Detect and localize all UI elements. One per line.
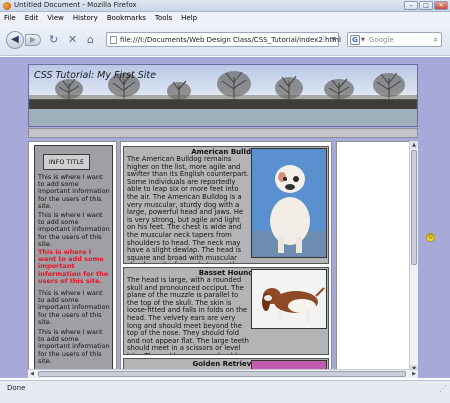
resize-grip-icon[interactable]: ⋰ <box>439 384 447 393</box>
menu-edit[interactable]: Edit <box>25 14 39 22</box>
search-icon[interactable]: ⌕ <box>434 35 438 45</box>
menu-history[interactable]: History <box>73 14 98 22</box>
reload-icon[interactable]: ↻ <box>49 34 58 46</box>
window-controls: – □ ✕ <box>404 1 448 10</box>
menu-file[interactable]: File <box>4 14 16 22</box>
maximize-button[interactable]: □ <box>419 1 433 10</box>
dog-section-american-bulldog: American Bulldog The American Bulldog re… <box>123 146 329 264</box>
address-bar[interactable]: file:///I:/Documents/Web Design Class/CS… <box>106 32 341 47</box>
page-viewport: CSS Tutorial: My First Site INFO TITLE T… <box>0 57 450 378</box>
menu-view[interactable]: View <box>47 14 64 22</box>
navigation-toolbar: ◀ ▶ ↻ ✕ ⌂ file:///I:/Documents/Web Desig… <box>0 23 450 56</box>
main-content: American Bulldog The American Bulldog re… <box>120 141 332 373</box>
sidebar-paragraph: This is where I want to add some importa… <box>38 328 110 365</box>
vertical-scroll-thumb[interactable] <box>411 150 417 265</box>
menu-tools[interactable]: Tools <box>155 14 172 22</box>
firefox-icon <box>3 2 11 10</box>
horizontal-scroll-thumb[interactable] <box>38 371 406 377</box>
basset-hound-photo <box>251 269 327 329</box>
section-body: The American Bulldog remains higher on t… <box>127 155 249 263</box>
bulldog-photo <box>251 148 327 258</box>
close-button[interactable]: ✕ <box>434 1 448 10</box>
site-title: CSS Tutorial: My First Site <box>34 70 156 81</box>
back-button[interactable]: ◀ <box>6 31 24 49</box>
stop-icon[interactable]: ✕ <box>68 34 77 46</box>
menu-bookmarks[interactable]: Bookmarks <box>107 14 146 22</box>
back-arrow-icon: ◀ <box>11 34 19 45</box>
menu-bar: File Edit View History Bookmarks Tools H… <box>0 12 450 23</box>
window-title: Untitled Document - Mozilla Firefox <box>14 1 137 9</box>
scroll-up-icon[interactable]: ▲ <box>410 141 418 149</box>
menu-help[interactable]: Help <box>181 14 197 22</box>
status-text: Done <box>7 384 26 392</box>
right-column <box>336 141 416 373</box>
forward-button[interactable]: ▶ <box>25 34 41 46</box>
search-bar[interactable]: G ▼ Google ⌕ <box>347 32 442 47</box>
sidebar-paragraph: This is where I want to add some importa… <box>38 289 110 326</box>
scroll-left-icon[interactable]: ◀ <box>28 370 36 378</box>
dog-section-basset-hound: Basset Hound The head is large, with a r… <box>123 267 329 355</box>
page-nav-strip <box>28 128 418 138</box>
minimize-button[interactable]: – <box>404 1 418 10</box>
info-sidebar: INFO TITLE This is where I want to add s… <box>34 145 113 371</box>
sidebar-paragraph-highlight: This is where I want to add some importa… <box>38 248 109 285</box>
bookmark-star-icon[interactable]: ☆ <box>320 34 328 44</box>
info-title: INFO TITLE <box>43 154 90 170</box>
forward-arrow-icon: ▶ <box>29 35 37 44</box>
window-titlebar: Untitled Document - Mozilla Firefox – □ … <box>0 0 450 12</box>
vertical-scrollbar[interactable]: ▲ ▼ <box>409 141 418 373</box>
horizontal-scrollbar[interactable]: ◀ ▶ <box>28 369 418 378</box>
page-icon <box>110 36 117 44</box>
search-engine-dropdown-icon[interactable]: ▼ <box>361 37 365 43</box>
url-text[interactable]: file:///I:/Documents/Web Design Class/CS… <box>120 36 341 44</box>
status-bar: Done ⋰ <box>0 380 450 403</box>
sidebar-paragraph: This is where I want to add some importa… <box>38 211 110 248</box>
sidebar-paragraph: This is where I want to add some importa… <box>38 173 110 210</box>
search-input[interactable]: Google <box>369 36 394 44</box>
url-dropdown-icon[interactable]: ▼ <box>331 36 336 43</box>
left-column: INFO TITLE This is where I want to add s… <box>28 141 117 373</box>
smiley-icon: ☺ <box>426 233 435 242</box>
home-icon[interactable]: ⌂ <box>87 34 94 46</box>
section-body: The head is large, with a rounded skull … <box>127 276 249 354</box>
site-banner: CSS Tutorial: My First Site <box>28 64 418 127</box>
scroll-right-icon[interactable]: ▶ <box>410 370 418 378</box>
search-engine-icon[interactable]: G <box>350 35 360 45</box>
